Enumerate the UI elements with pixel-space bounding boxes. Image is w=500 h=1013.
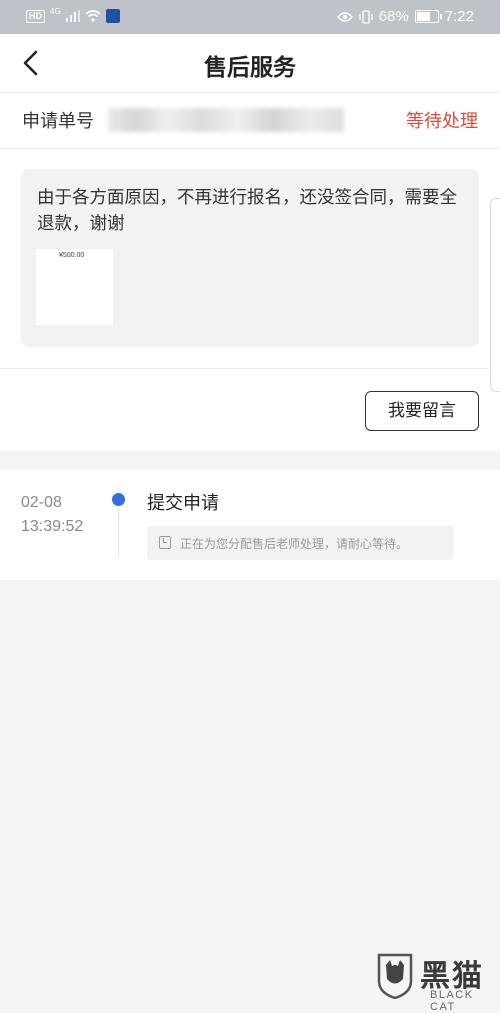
app-header: 售后服务: [0, 34, 500, 93]
divider: [0, 368, 500, 369]
status-right: 68% 7:22: [336, 8, 474, 25]
status-bar: HD 4G 68% 7:22: [0, 0, 500, 34]
order-number-label: 申请单号: [22, 111, 94, 132]
message-section: 由于各方面原因，不再进行报名，还没签合同，需要全退款，谢谢 ¥500.00 我要…: [0, 149, 500, 451]
vibrate-icon: [359, 9, 373, 24]
app-notification-icon: [105, 9, 120, 23]
timeline-line: [118, 508, 119, 558]
battery-icon: [414, 10, 442, 23]
signal-icon: [65, 10, 80, 22]
page-title: 售后服务: [204, 55, 296, 81]
attachment-image[interactable]: ¥500.00: [36, 249, 113, 325]
battery-fill: [416, 12, 430, 21]
leave-message-button[interactable]: 我要留言: [365, 391, 479, 431]
message-text: 由于各方面原因，不再进行报名，还没签合同，需要全退款，谢谢: [37, 188, 457, 234]
black-cat-logo-icon: [377, 953, 413, 999]
timeline-title: 提交申请: [147, 493, 219, 514]
eye-icon: [336, 11, 353, 22]
status-left: HD 4G: [26, 6, 120, 23]
hd-badge: HD: [26, 9, 45, 23]
watermark: 黑猫 BLACK CAT: [374, 951, 500, 1013]
order-row: 申请单号 等待处理: [0, 93, 500, 149]
clock-icon: [159, 536, 171, 549]
wifi-icon: [85, 10, 101, 22]
timeline-datetime: 02-08 13:39:52: [21, 491, 83, 539]
watermark-en: BLACK CAT: [430, 989, 474, 1013]
timeline-note: 正在为您分配售后老师处理，请耐心等待。: [147, 526, 454, 560]
attachment-image-text: ¥500.00: [59, 252, 85, 259]
order-status: 等待处理: [406, 111, 478, 132]
timeline-note-text: 正在为您分配售后老师处理，请耐心等待。: [180, 537, 409, 551]
order-number-redacted: [108, 108, 344, 132]
clock: 7:22: [444, 8, 474, 25]
message-card: 由于各方面原因，不再进行报名，还没签合同，需要全退款，谢谢 ¥500.00: [21, 169, 479, 347]
scroll-indicator[interactable]: [490, 198, 500, 392]
timeline-date: 02-08: [21, 494, 62, 511]
network-type: 4G: [50, 6, 61, 16]
battery-percent: 68%: [378, 8, 409, 25]
timeline-dot: [112, 493, 125, 506]
timeline-time: 13:39:52: [21, 518, 84, 535]
timeline: 02-08 13:39:52 提交申请 正在为您分配售后老师处理，请耐心等待。: [0, 470, 500, 580]
